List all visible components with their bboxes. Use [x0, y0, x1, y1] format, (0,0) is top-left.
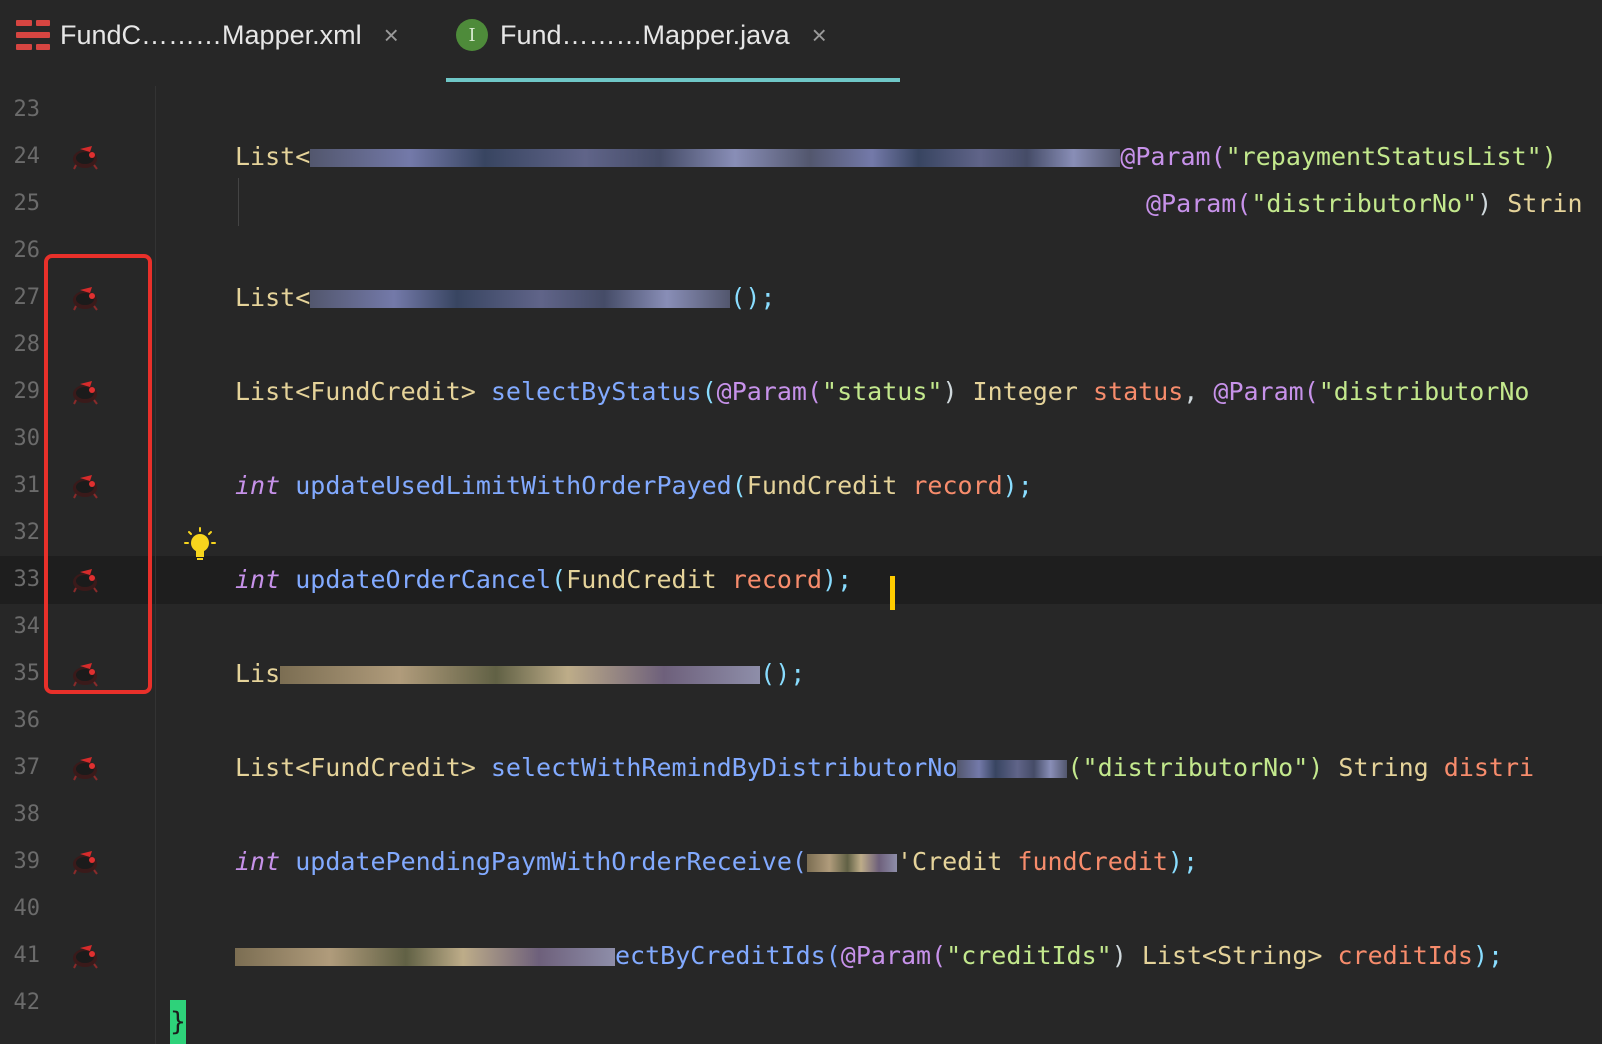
code-line-current: 33 int updateOrderCancel(FundCredit reco…	[0, 556, 1602, 604]
code-line: 35 Lis ();	[0, 650, 1602, 698]
code-text: int updateOrderCancel(FundCredit record)…	[235, 565, 853, 594]
line-number: 35	[13, 661, 41, 686]
line-number: 37	[13, 755, 41, 780]
line-number: 26	[13, 238, 41, 263]
line-number: 34	[13, 614, 41, 639]
code-line: 27 List< ();	[0, 274, 1602, 322]
line-number: 41	[13, 943, 41, 968]
code-line: 37 List<FundCredit> selectWithRemindByDi…	[0, 744, 1602, 792]
line-number: 31	[13, 473, 41, 498]
line-number: 27	[13, 285, 41, 310]
mybatis-bird-icon[interactable]	[70, 754, 102, 782]
tab-label: Fund………Mapper.java	[500, 19, 790, 50]
code-line: 25 @Param("distributorNo") Strin	[0, 180, 1602, 228]
line-number: 28	[13, 332, 41, 357]
tab-label: FundC………Mapper.xml	[60, 19, 362, 50]
code-text: List< ();	[235, 283, 776, 312]
line-number: 32	[13, 520, 41, 545]
mybatis-bird-icon[interactable]	[70, 942, 102, 970]
code-text: List<FundCredit> selectByStatus(@Param("…	[235, 377, 1530, 406]
code-text: List<FundCredit> selectWithRemindByDistr…	[235, 753, 1535, 782]
line-number: 29	[13, 379, 41, 404]
line-number: 36	[13, 708, 41, 733]
code-text: Lis ();	[235, 659, 806, 688]
code-line: 26	[0, 227, 1602, 275]
code-line: 41 ectByCreditIds(@Param("creditIds") Li…	[0, 932, 1602, 980]
line-number: 24	[13, 144, 41, 169]
code-line: 36	[0, 697, 1602, 745]
editor-tab-bar: FundC………Mapper.xml × I Fund………Mapper.jav…	[0, 0, 1602, 84]
code-line: 28	[0, 321, 1602, 369]
highlight-box	[44, 254, 152, 694]
tab-mapper-java[interactable]: I Fund………Mapper.java ×	[456, 0, 827, 70]
code-text: int updateUsedLimitWithOrderPayed(FundCr…	[235, 471, 1033, 500]
code-text: ectByCreditIds(@Param("creditIds") List<…	[235, 932, 1503, 980]
text-caret	[890, 576, 895, 610]
tab-mapper-xml[interactable]: FundC………Mapper.xml ×	[16, 0, 399, 70]
mybatis-bird-icon[interactable]	[70, 848, 102, 876]
line-number: 40	[13, 896, 41, 921]
code-line: 38	[0, 791, 1602, 839]
line-number: 39	[13, 849, 41, 874]
code-line: 23	[0, 86, 1602, 134]
code-line: 39 int updatePendingPaymWithOrderReceive…	[0, 838, 1602, 886]
line-number: 23	[13, 97, 41, 122]
line-number: 30	[13, 426, 41, 451]
code-line: 31 int updateUsedLimitWithOrderPayed(Fun…	[0, 462, 1602, 510]
gutter-divider	[155, 86, 156, 1044]
code-line: 32	[0, 509, 1602, 557]
matching-brace: }	[170, 1000, 186, 1044]
code-text: @Param("distributorNo") Strin	[1146, 189, 1583, 218]
line-number: 38	[13, 802, 41, 827]
code-text: int updatePendingPaymWithOrderReceive('C…	[235, 847, 1199, 876]
code-line: 34	[0, 603, 1602, 651]
code-line: 30	[0, 415, 1602, 463]
line-number: 33	[13, 567, 41, 592]
line-number: 25	[13, 191, 41, 216]
indent-guide	[238, 178, 239, 226]
close-icon[interactable]: ×	[384, 20, 399, 51]
code-editor[interactable]: 23 24 List< @Param("repaymentStatusList")…	[0, 86, 1602, 1044]
active-tab-indicator	[446, 78, 900, 82]
interface-icon: I	[456, 19, 488, 51]
code-line: 29 List<FundCredit> selectByStatus(@Para…	[0, 368, 1602, 416]
code-line: 40	[0, 885, 1602, 933]
code-text: List< @Param("repaymentStatusList")	[235, 142, 1557, 171]
mybatis-bird-icon[interactable]	[70, 143, 102, 171]
xml-mapper-icon	[16, 18, 50, 52]
code-line: 42	[0, 979, 1602, 1027]
close-icon[interactable]: ×	[812, 20, 827, 51]
lightbulb-icon[interactable]	[180, 526, 220, 566]
line-number: 42	[13, 990, 41, 1015]
code-line: 24 List< @Param("repaymentStatusList")	[0, 133, 1602, 181]
